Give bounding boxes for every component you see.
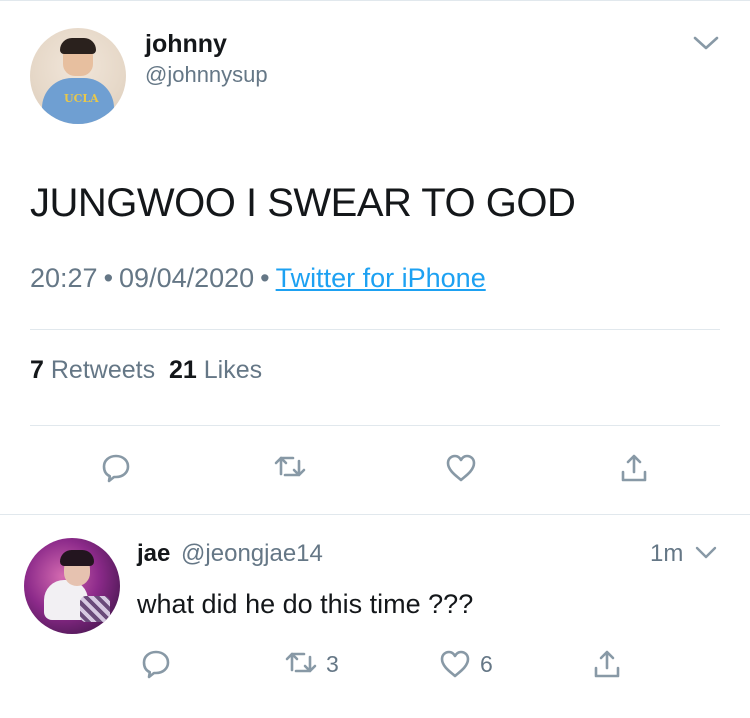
likes-count: 21: [168, 356, 197, 384]
retweet-button[interactable]: 3: [284, 646, 339, 682]
like-icon: [444, 452, 478, 484]
reply-icon: [140, 648, 172, 680]
reply-display-name[interactable]: jae: [137, 540, 170, 567]
chevron-down-icon[interactable]: [694, 544, 718, 562]
retweets-label: Retweets: [50, 356, 156, 384]
tweet-date: 09/04/2020: [119, 263, 255, 293]
reply-button[interactable]: [140, 646, 172, 682]
reply-text: what did he do this time ???: [137, 589, 474, 619]
likes-label: Likes: [203, 356, 263, 384]
avatar[interactable]: [24, 538, 120, 634]
tweet-stats: 7 Retweets 21 Likes: [30, 355, 262, 385]
retweets-stat[interactable]: 7 Retweets: [30, 356, 155, 384]
retweets-count: 7: [30, 356, 44, 384]
chevron-down-icon[interactable]: [692, 33, 720, 53]
share-icon: [619, 452, 649, 484]
share-button[interactable]: [592, 646, 622, 682]
reply-handle[interactable]: @jeongjae14: [181, 540, 323, 567]
divider: [30, 425, 720, 426]
reply-timestamp: 1m: [650, 540, 684, 567]
like-count: 6: [480, 651, 493, 677]
meta-separator: •: [103, 263, 114, 293]
like-icon: [438, 648, 472, 680]
tweet-text: JUNGWOO I SWEAR TO GOD: [30, 181, 576, 225]
author-handle[interactable]: @johnnysup: [145, 62, 268, 88]
tweet-time: 20:27: [30, 263, 98, 293]
reply-divider: [0, 514, 750, 515]
retweet-icon: [273, 453, 307, 483]
avatar[interactable]: UCLA: [30, 28, 126, 124]
like-button[interactable]: 6: [438, 646, 493, 682]
avatar-shirt-logo: UCLA: [64, 92, 99, 105]
divider: [30, 329, 720, 330]
reply-author[interactable]: jae @jeongjae14: [137, 540, 323, 568]
tweet-source-link[interactable]: Twitter for iPhone: [276, 263, 486, 293]
author-display-name[interactable]: johnny: [145, 30, 227, 58]
tweet-meta: 20:27 • 09/04/2020 • Twitter for iPhone: [30, 262, 486, 294]
meta-separator: •: [260, 263, 270, 293]
retweet-count: 3: [326, 651, 339, 677]
main-tweet: UCLA johnny @johnnysup JUNGWOO I SWEAR T…: [0, 0, 750, 515]
likes-stat[interactable]: 21 Likes: [169, 356, 262, 384]
reply-icon: [100, 452, 132, 484]
retweet-button[interactable]: [270, 448, 310, 488]
share-icon: [592, 648, 622, 680]
retweet-icon: [284, 649, 318, 679]
like-button[interactable]: [441, 448, 481, 488]
reply-button[interactable]: [96, 448, 136, 488]
share-button[interactable]: [614, 448, 654, 488]
